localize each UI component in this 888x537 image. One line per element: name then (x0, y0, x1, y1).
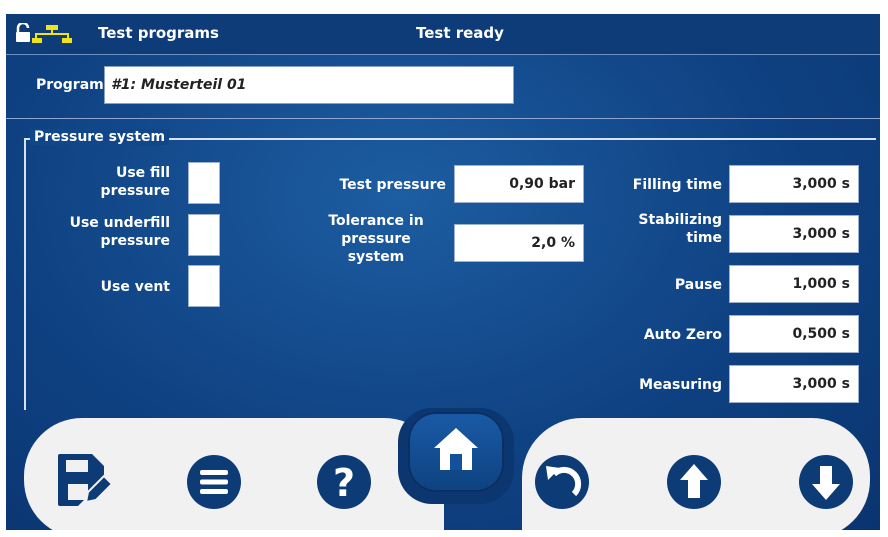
test-status: Test ready (416, 24, 504, 42)
label-line: time (686, 230, 722, 246)
stabilizing-time-field[interactable]: 3,000 s (729, 215, 859, 253)
arrow-up-icon[interactable] (666, 454, 722, 514)
undo-icon[interactable] (534, 454, 590, 514)
bottom-toolbar: ? (6, 408, 880, 530)
tolerance-field[interactable]: 2,0 % (454, 224, 584, 262)
use-vent-checkbox[interactable] (188, 265, 220, 307)
auto-zero-field[interactable]: 0,500 s (729, 315, 859, 353)
network-icon[interactable] (32, 24, 72, 48)
label-line: system (347, 249, 405, 265)
use-underfill-pressure-checkbox[interactable] (188, 214, 220, 256)
use-underfill-pressure-label: Use underfill pressure (26, 214, 170, 250)
arrow-down-icon[interactable] (798, 454, 854, 514)
test-pressure-field[interactable]: 0,90 bar (454, 165, 584, 203)
measuring-field[interactable]: 3,000 s (729, 365, 859, 403)
use-vent-label: Use vent (46, 278, 170, 296)
save-edit-icon[interactable] (56, 452, 114, 512)
filling-time-label: Filling time (632, 177, 722, 193)
window-title: Test programs (98, 24, 219, 42)
label-line: pressure (341, 231, 411, 247)
lock-open-icon[interactable] (15, 21, 31, 47)
label-line: pressure (100, 233, 170, 249)
test-pressure-label: Test pressure (339, 177, 446, 193)
tolerance-label: Tolerance in pressure system (306, 212, 446, 266)
label-line: Use underfill (69, 215, 170, 231)
home-button[interactable] (408, 412, 504, 492)
auto-zero-label: Auto Zero (643, 327, 722, 343)
title-bar: Test programs Test ready (6, 14, 880, 55)
use-fill-pressure-checkbox[interactable] (188, 162, 220, 204)
divider (6, 118, 880, 119)
pause-field[interactable]: 1,000 s (729, 265, 859, 303)
help-icon[interactable]: ? (316, 454, 372, 514)
stabilizing-time-label: Stabilizing time (606, 211, 722, 247)
label-line: Use vent (100, 279, 170, 295)
use-fill-pressure-label: Use fill pressure (46, 164, 170, 200)
label-line: Use fill (115, 165, 170, 181)
filling-time-field[interactable]: 3,000 s (729, 165, 859, 203)
program-label: Program (36, 77, 104, 93)
measuring-label: Measuring (639, 377, 722, 393)
program-field[interactable]: #1: Musterteil 01 (104, 66, 514, 104)
menu-icon[interactable] (186, 454, 242, 514)
home-icon (432, 426, 480, 476)
group-legend: Pressure system (30, 129, 170, 145)
label-line: pressure (100, 183, 170, 199)
program-row: Program #1: Musterteil 01 (24, 62, 522, 107)
label-line: Tolerance in (328, 213, 424, 229)
screen: Test programs Test ready Program #1: Mus… (6, 14, 880, 530)
label-line: Stabilizing (638, 212, 722, 228)
svg-text:?: ? (333, 461, 355, 505)
pause-label: Pause (674, 277, 722, 293)
